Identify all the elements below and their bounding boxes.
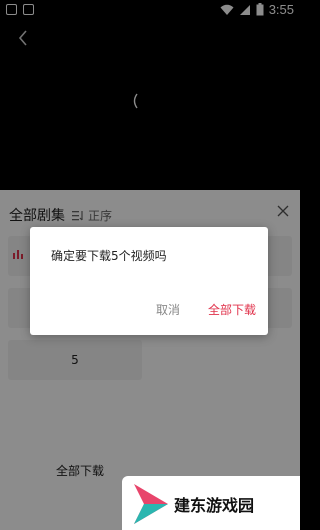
confirm-dialog: 确定要下载5个视频吗 取消 全部下载	[30, 227, 268, 335]
confirm-download-all-button[interactable]: 全部下载	[208, 301, 256, 318]
watermark-logo-icon	[134, 484, 168, 524]
watermark-text: 建东游戏园	[174, 496, 255, 515]
dialog-message: 确定要下载5个视频吗	[51, 249, 167, 263]
cancel-button[interactable]: 取消	[156, 301, 180, 318]
watermark: 建东游戏园	[122, 476, 300, 530]
